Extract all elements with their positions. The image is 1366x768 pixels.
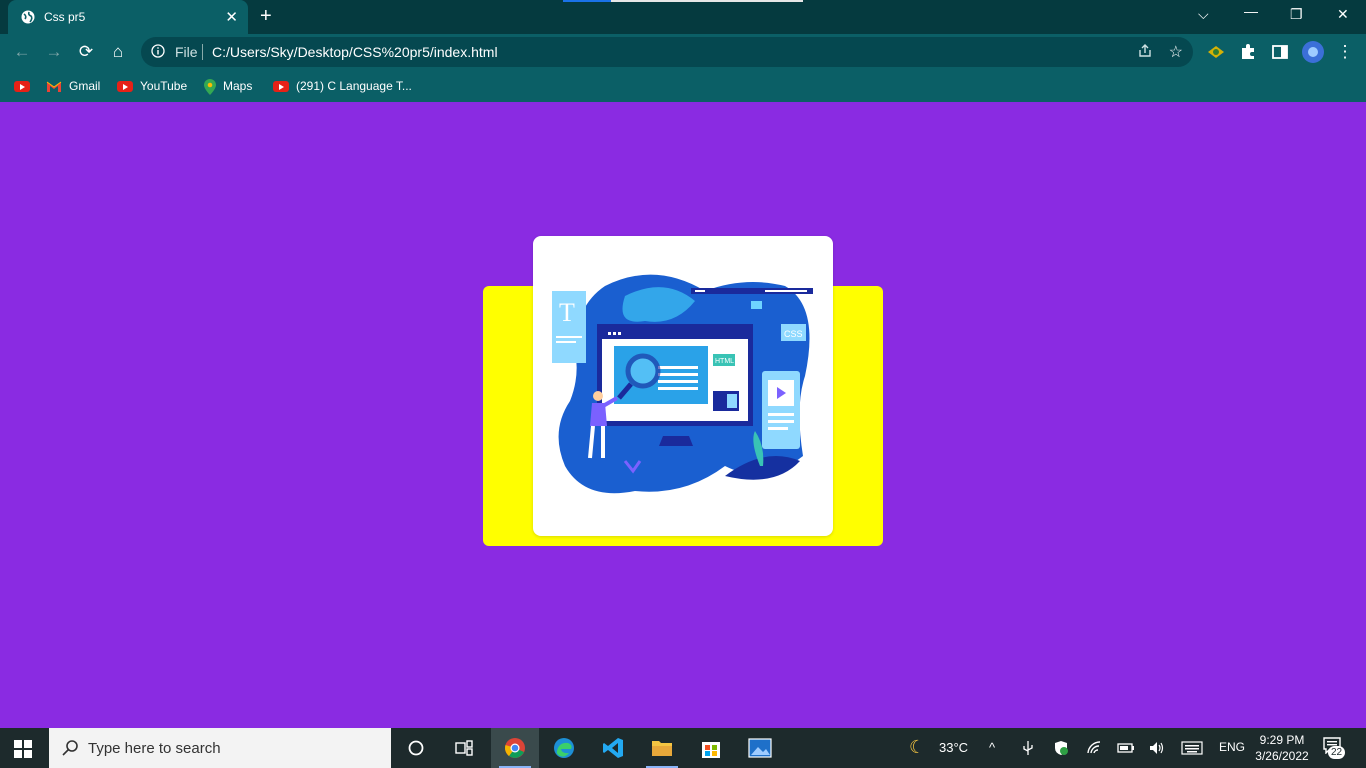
- youtube-icon: [117, 81, 133, 93]
- maps-icon: [204, 78, 216, 95]
- weather-temp[interactable]: 33°C: [939, 740, 968, 755]
- notification-badge: 22: [1328, 746, 1346, 759]
- battery-icon[interactable]: [1117, 740, 1135, 756]
- gmail-icon: [46, 81, 62, 92]
- info-icon[interactable]: [151, 44, 165, 58]
- tab-title: Css pr5: [44, 10, 86, 24]
- taskbar-file-explorer[interactable]: [638, 728, 686, 768]
- photos-icon: [748, 738, 772, 758]
- back-button[interactable]: ←: [12, 42, 32, 62]
- task-view-icon: [455, 740, 473, 756]
- close-tab-icon[interactable]: ✕: [225, 8, 238, 26]
- show-hidden-icons-icon[interactable]: ^: [989, 740, 995, 755]
- browser-tab[interactable]: Css pr5 ✕: [8, 0, 248, 34]
- menu-kebab-icon[interactable]: ⋮: [1335, 42, 1355, 62]
- minimize-button[interactable]: —: [1244, 3, 1258, 19]
- tab-strip: Css pr5 ✕ + ⌵ — ❐ ✕: [0, 0, 1366, 34]
- taskbar-store[interactable]: [687, 728, 735, 768]
- bookmark-label: Gmail: [69, 79, 101, 93]
- t-letter: T: [559, 298, 575, 327]
- bookmark-gmail[interactable]: Gmail: [46, 77, 100, 95]
- extension-icon[interactable]: [1206, 42, 1226, 62]
- reload-button[interactable]: ⟳: [76, 42, 96, 62]
- store-icon: [702, 742, 720, 758]
- youtube-icon: [273, 81, 289, 93]
- close-window-button[interactable]: ✕: [1337, 6, 1349, 23]
- forward-button[interactable]: →: [44, 42, 64, 62]
- clock-date: 3/26/2022: [1255, 749, 1309, 763]
- puzzle-icon[interactable]: [1238, 42, 1258, 62]
- volume-icon[interactable]: [1148, 740, 1166, 756]
- wifi-icon[interactable]: [1086, 740, 1102, 756]
- keyboard-icon[interactable]: [1181, 740, 1203, 756]
- clock[interactable]: 9:29 PM 3/26/2022: [1252, 732, 1312, 764]
- browser-toolbar: ← → ⟳ ⌂ File C:/Users/Sky/Desktop/CSS%20…: [0, 34, 1366, 70]
- bookmark-youtube[interactable]: YouTube: [117, 77, 187, 95]
- address-bar[interactable]: File C:/Users/Sky/Desktop/CSS%20pr5/inde…: [141, 37, 1193, 67]
- bookmarks-bar: Gmail YouTube Maps (291) C Language T...: [0, 70, 1366, 102]
- css-tag: CSS: [784, 329, 803, 339]
- chrome-icon: [505, 738, 525, 758]
- url-text[interactable]: C:/Users/Sky/Desktop/CSS%20pr5/index.htm…: [212, 44, 498, 60]
- bookmark-maps[interactable]: Maps: [204, 77, 252, 95]
- security-shield-icon[interactable]: [1053, 740, 1069, 756]
- tab-search-icon[interactable]: ⌵: [1198, 6, 1209, 23]
- taskbar-search-input[interactable]: Type here to search: [49, 728, 391, 768]
- web-design-illustration: T CSS HTML: [552, 274, 813, 494]
- weather-moon-icon[interactable]: ☾: [909, 737, 925, 758]
- page-viewport: T CSS HTML: [0, 102, 1366, 728]
- profile-avatar[interactable]: [1301, 40, 1325, 64]
- bookmark-c-language[interactable]: (291) C Language T...: [273, 77, 412, 95]
- taskbar-edge[interactable]: [540, 728, 588, 768]
- top-indicator: [563, 0, 803, 2]
- search-icon: [62, 740, 78, 756]
- taskbar-photos[interactable]: [736, 728, 784, 768]
- windows-start-icon[interactable]: [14, 740, 32, 758]
- side-panel-icon[interactable]: [1270, 42, 1290, 62]
- language-indicator[interactable]: ENG: [1219, 740, 1245, 754]
- clock-time: 9:29 PM: [1259, 733, 1305, 747]
- image-card: T CSS HTML: [533, 236, 833, 536]
- cortana-button[interactable]: [392, 728, 440, 768]
- vscode-icon: [603, 738, 623, 758]
- scheme-label: File: [175, 44, 198, 60]
- bookmark-label: (291) C Language T...: [296, 79, 412, 93]
- search-placeholder: Type here to search: [88, 740, 221, 757]
- taskbar-vscode[interactable]: [589, 728, 637, 768]
- usb-icon[interactable]: [1020, 740, 1036, 756]
- task-view-button[interactable]: [440, 728, 488, 768]
- divider: [202, 44, 203, 60]
- share-icon[interactable]: [1137, 43, 1153, 59]
- cortana-icon: [408, 740, 424, 756]
- globe-icon: [21, 10, 35, 24]
- home-button[interactable]: ⌂: [108, 42, 128, 62]
- taskbar-chrome[interactable]: [491, 728, 539, 768]
- windows-taskbar: Type here to search ☾ 33°C ^ ENG 9:29 PM…: [0, 728, 1366, 768]
- restore-button[interactable]: ❐: [1290, 6, 1303, 23]
- bookmark-star-icon[interactable]: ☆: [1169, 42, 1183, 62]
- new-tab-button[interactable]: +: [260, 5, 272, 28]
- edge-icon: [554, 738, 574, 758]
- folder-icon: [652, 741, 672, 756]
- notification-center[interactable]: 22: [1322, 736, 1346, 759]
- bookmark-label: YouTube: [140, 79, 188, 93]
- youtube-icon: [14, 81, 30, 93]
- bookmark-youtube-plain[interactable]: [14, 77, 37, 95]
- bookmark-label: Maps: [223, 79, 253, 93]
- html-tag: HTML: [715, 358, 734, 365]
